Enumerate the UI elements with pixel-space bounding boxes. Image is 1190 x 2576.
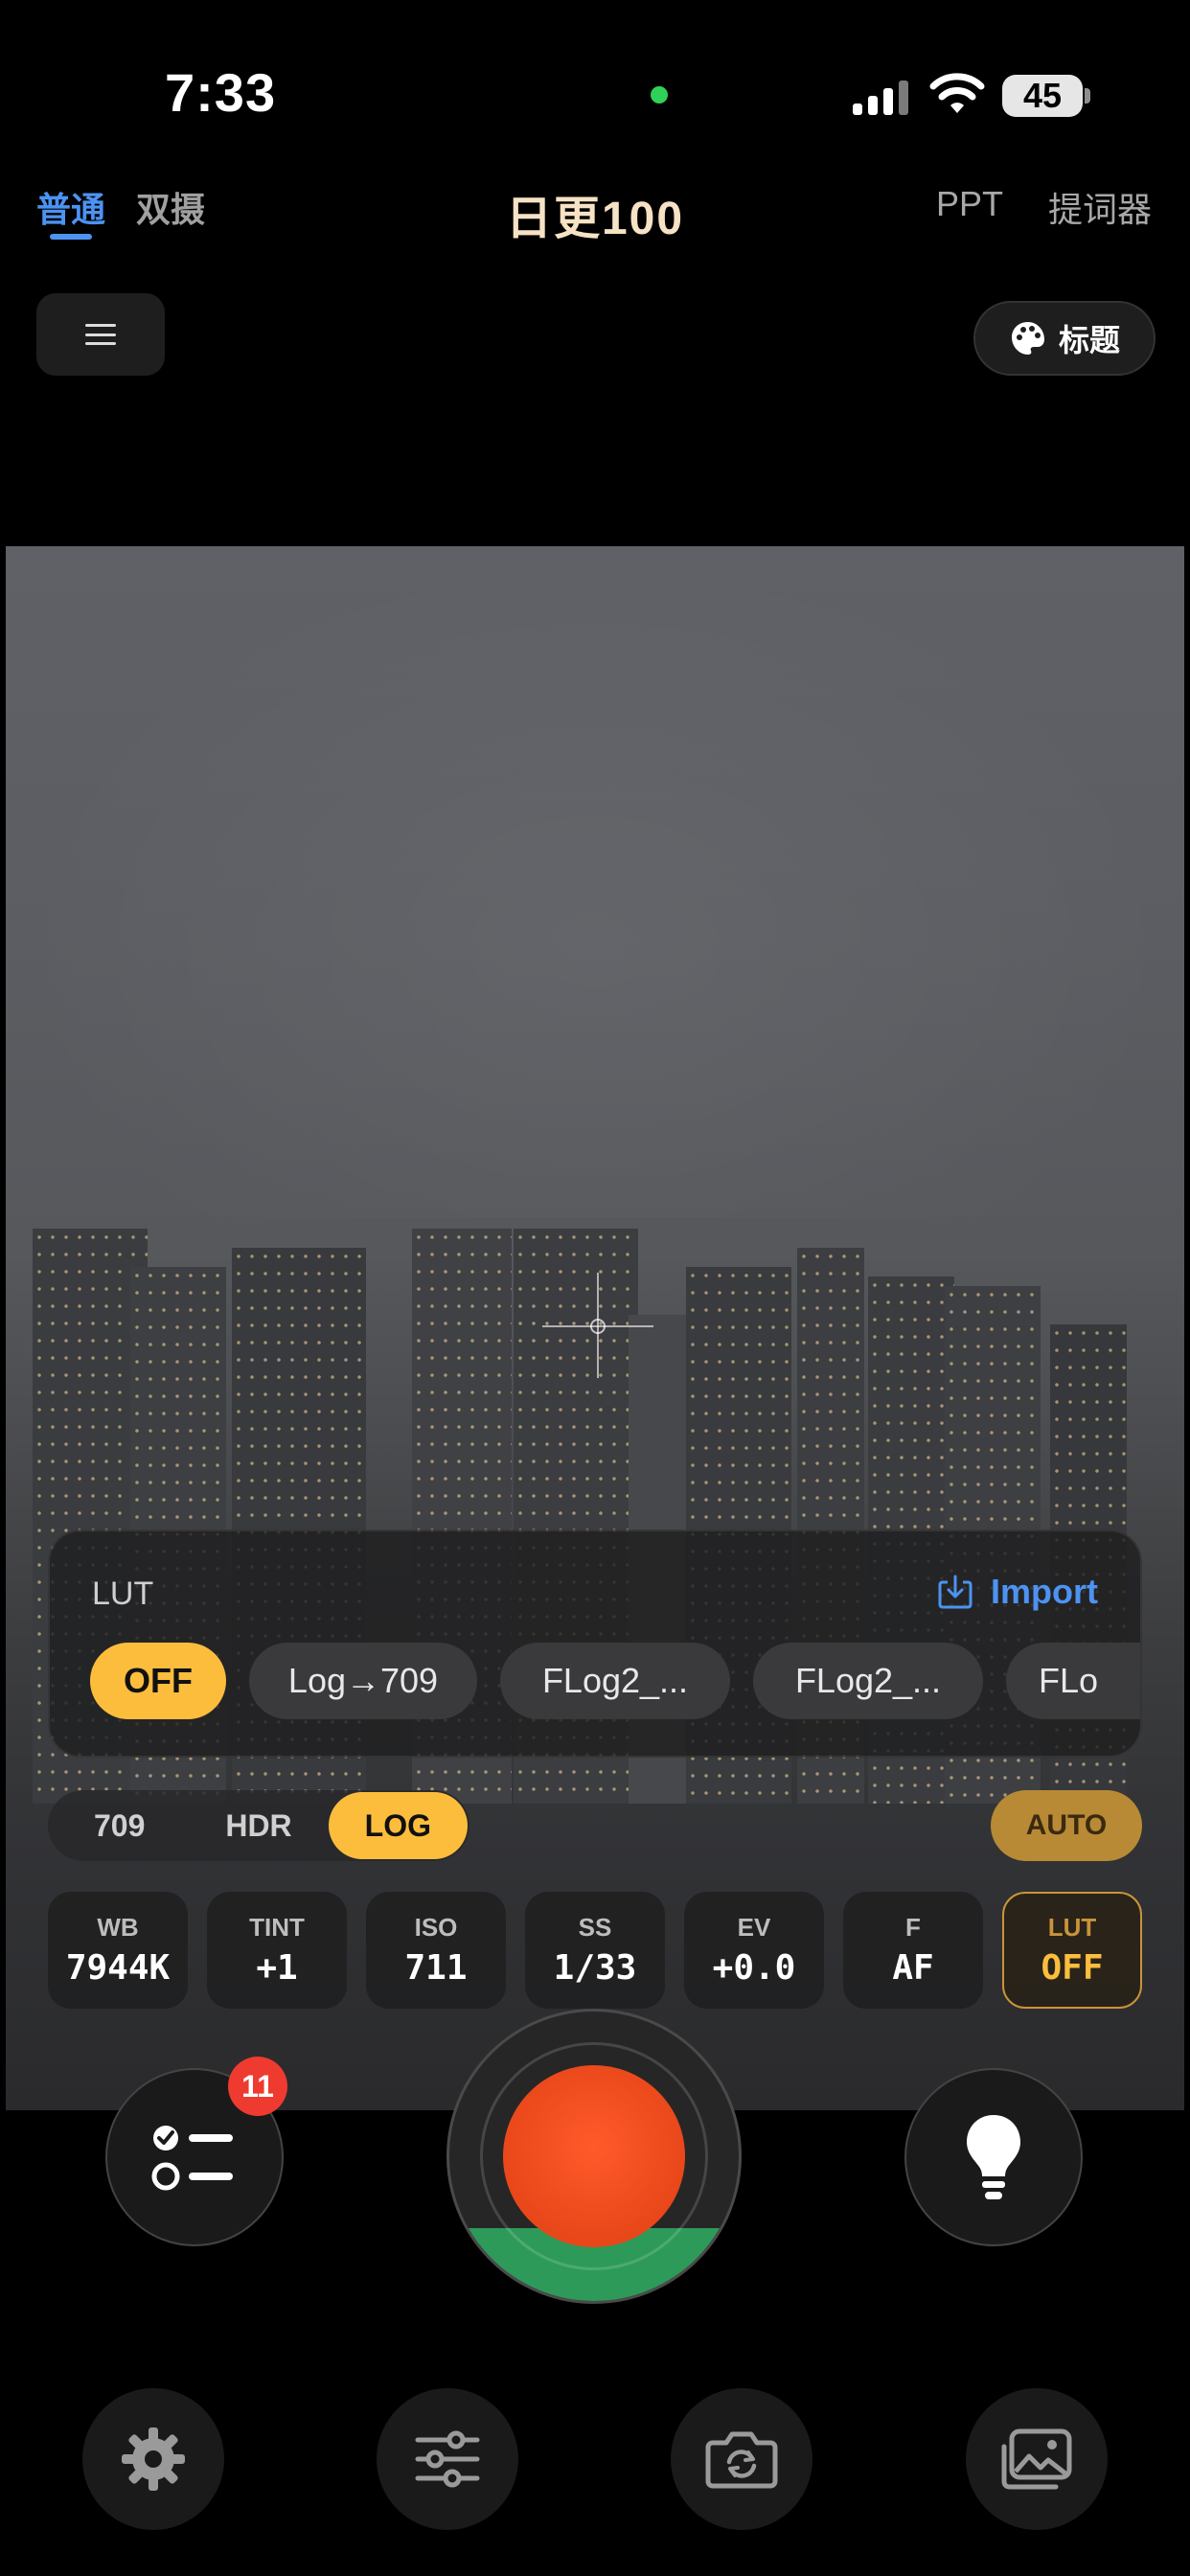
app-title: 日更100	[505, 194, 685, 244]
record-core	[503, 2065, 685, 2247]
param-value: 711	[404, 1948, 468, 1988]
battery-cap	[1085, 88, 1090, 104]
tasks-count-badge: 11	[228, 2057, 287, 2116]
flip-camera-button[interactable]	[671, 2388, 812, 2530]
wifi-icon	[929, 73, 985, 113]
param-value: AF	[892, 1948, 934, 1988]
param-focus[interactable]: F AF	[843, 1892, 983, 2009]
battery-indicator: 45	[1002, 75, 1083, 117]
param-ev[interactable]: EV +0.0	[684, 1892, 824, 2009]
camera-params: WB 7944K TINT +1 ISO 711 SS 1/33 EV +0.0…	[48, 1892, 1142, 2009]
param-value: OFF	[1041, 1948, 1104, 1988]
lut-chip-flog2-a[interactable]: FLog2_...	[500, 1643, 730, 1719]
camera-viewfinder[interactable]	[6, 546, 1184, 2110]
lut-chip-flog2-b[interactable]: FLog2_...	[753, 1643, 983, 1719]
title-button[interactable]: 标题	[973, 301, 1156, 376]
param-key: LUT	[1047, 1913, 1097, 1942]
gallery-button[interactable]	[966, 2388, 1108, 2530]
checklist-icon	[151, 2126, 233, 2191]
param-value: 1/33	[553, 1948, 637, 1988]
param-value: +0.0	[712, 1948, 796, 1988]
hamburger-icon	[85, 324, 116, 345]
download-icon	[938, 1575, 973, 1609]
param-shutter-speed[interactable]: SS 1/33	[525, 1892, 665, 2009]
lut-panel: LUT Import OFF Log→709 FLog2_... FLog2_.…	[48, 1530, 1142, 1758]
palette-icon	[1011, 322, 1044, 355]
color-mode-selector: 709 HDR LOG	[48, 1790, 469, 1861]
param-iso[interactable]: ISO 711	[366, 1892, 506, 2009]
ppt-button[interactable]: PPT	[936, 184, 1003, 224]
param-key: SS	[578, 1913, 612, 1942]
teleprompter-button[interactable]: 提词器	[1048, 182, 1152, 232]
camera-screen: 7:33 45 普通 双摄 日更100 PPT 提词器 标题 LUT Impor…	[0, 0, 1190, 2576]
cellular-signal-icon	[853, 80, 908, 115]
lut-import-button[interactable]: Import	[937, 1572, 1098, 1612]
param-key: ISO	[414, 1913, 458, 1942]
adjust-button[interactable]	[377, 2388, 518, 2530]
lut-chip-log-709[interactable]: Log→709	[249, 1643, 477, 1719]
param-key: WB	[97, 1913, 139, 1942]
record-button[interactable]	[446, 2009, 742, 2304]
auto-button[interactable]: AUTO	[991, 1790, 1142, 1861]
gallery-icon	[1001, 2428, 1072, 2490]
param-tint[interactable]: TINT +1	[207, 1892, 347, 2009]
title-button-label: 标题	[1058, 323, 1120, 357]
param-key: TINT	[249, 1913, 305, 1942]
param-key: F	[905, 1913, 921, 1942]
menu-button[interactable]	[36, 293, 165, 376]
param-lut[interactable]: LUT OFF	[1002, 1892, 1142, 2009]
lut-chip-list: OFF Log→709 FLog2_... FLog2_... FLo	[90, 1643, 1140, 1719]
lut-chip-flo[interactable]: FLo	[1006, 1643, 1140, 1719]
param-key: EV	[737, 1913, 771, 1942]
lut-label: LUT	[92, 1576, 154, 1612]
bulb-icon	[967, 2115, 1020, 2199]
status-time: 7:33	[165, 62, 277, 123]
param-value: +1	[256, 1948, 298, 1988]
camera-flip-icon	[705, 2431, 778, 2489]
lut-import-label: Import	[991, 1572, 1098, 1611]
lut-chip-off[interactable]: OFF	[90, 1643, 226, 1719]
focus-point	[590, 1319, 606, 1334]
mode-log[interactable]: LOG	[328, 1792, 468, 1859]
gear-icon	[122, 2427, 185, 2491]
light-button[interactable]	[904, 2068, 1083, 2246]
settings-button[interactable]	[82, 2388, 224, 2530]
sliders-icon	[415, 2430, 480, 2488]
param-value: 7944K	[65, 1948, 171, 1988]
mode-709[interactable]: 709	[50, 1792, 189, 1859]
camera-in-use-indicator	[651, 86, 668, 104]
param-wb[interactable]: WB 7944K	[48, 1892, 188, 2009]
mode-hdr[interactable]: HDR	[189, 1792, 328, 1859]
sky-haze	[6, 546, 1184, 1217]
